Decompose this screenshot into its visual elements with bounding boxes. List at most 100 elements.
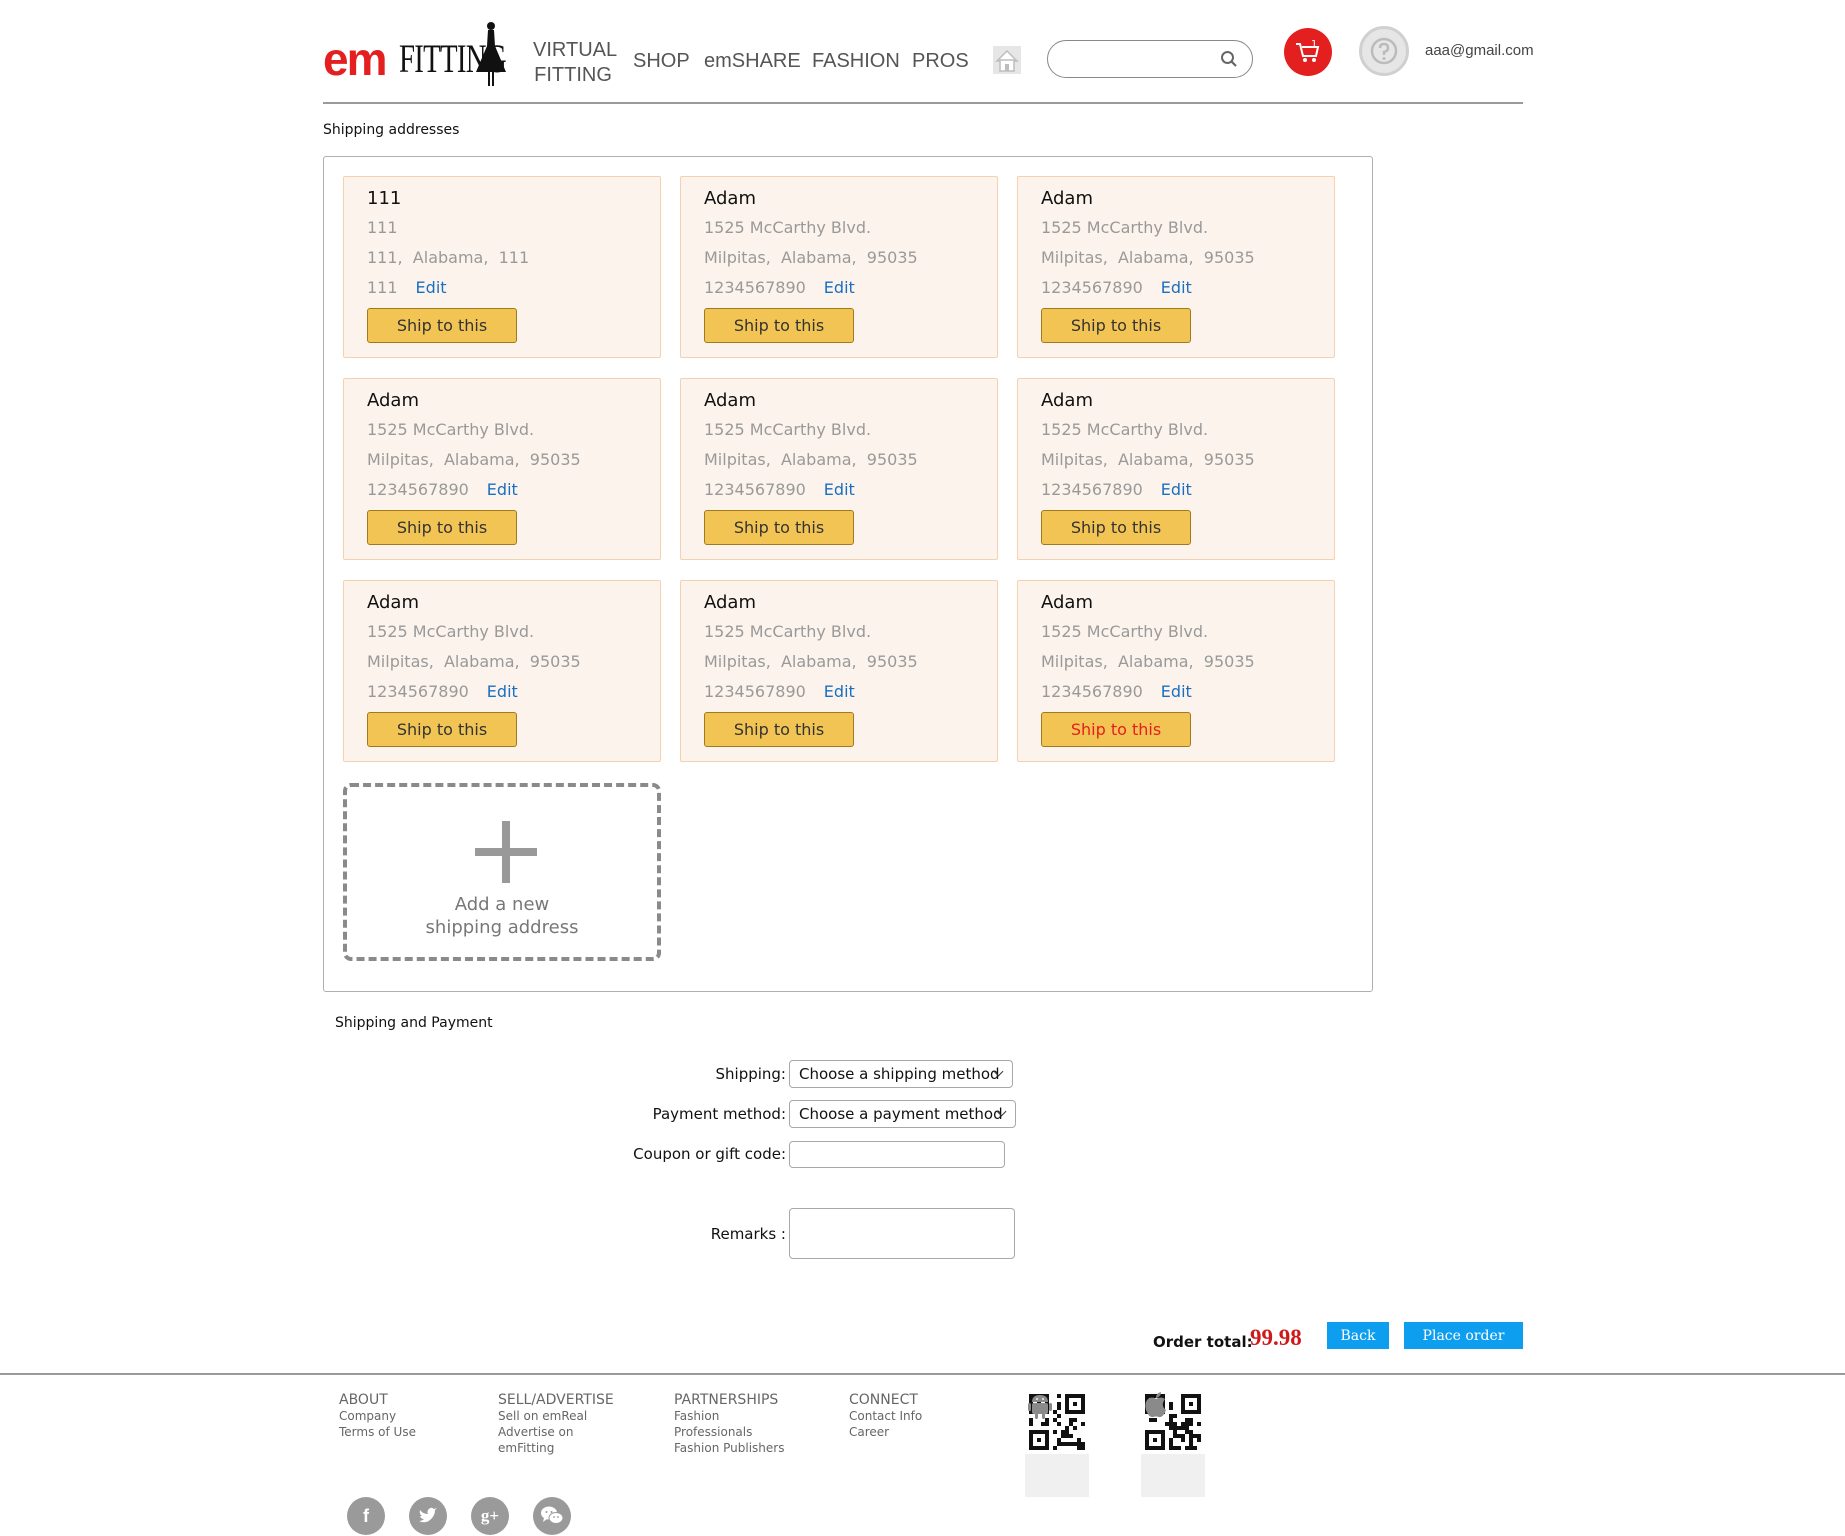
address-street: 1525 McCarthy Blvd. [704, 622, 872, 641]
coupon-input[interactable] [789, 1141, 1005, 1168]
address-phone-row: 1234567890 Edit [1041, 480, 1192, 499]
search-icon[interactable] [1220, 50, 1238, 68]
ship-to-this-button[interactable]: Ship to this [367, 510, 517, 545]
address-phone: 1234567890 [1041, 682, 1143, 701]
footer-link-sell[interactable]: Sell on emReal [498, 1408, 614, 1424]
footer-link-contact[interactable]: Contact Info [849, 1408, 922, 1424]
footer-link-career[interactable]: Career [849, 1424, 922, 1440]
wechat-icon[interactable] [533, 1497, 571, 1535]
add-address-label: Add a new shipping address [347, 893, 657, 939]
apple-qr-code[interactable] [1141, 1390, 1205, 1497]
address-card: Adam 1525 McCarthy Blvd. Milpitas, Alabama… [343, 580, 661, 762]
apple-icon [1145, 1392, 1166, 1418]
payment-method-label: Payment method: [652, 1105, 786, 1123]
wechat-bubbles-icon [541, 1506, 564, 1524]
place-order-button[interactable]: Place order [1404, 1322, 1523, 1349]
address-phone-row: 1234567890 Edit [367, 682, 518, 701]
shipping-payment-title: Shipping and Payment [335, 1015, 493, 1031]
address-street: 1525 McCarthy Blvd. [704, 420, 872, 439]
payment-method-value: Choose a payment method [799, 1105, 1003, 1123]
address-card: Adam 1525 McCarthy Blvd. Milpitas, Alabama… [1017, 580, 1335, 762]
cart-button[interactable]: 1 [1284, 28, 1332, 76]
footer-heading: SELL/ADVERTISE [498, 1392, 614, 1408]
footer-link-company[interactable]: Company [339, 1408, 416, 1424]
edit-address-link[interactable]: Edit [824, 480, 855, 499]
ship-to-this-button[interactable]: Ship to this [1041, 308, 1191, 343]
android-qr-code[interactable] [1025, 1390, 1089, 1497]
address-card: Adam 1525 McCarthy Blvd. Milpitas, Alabama… [343, 378, 661, 560]
nav-emshare[interactable]: emSHARE [704, 50, 801, 73]
address-phone: 1234567890 [367, 480, 469, 499]
address-phone: 111 [367, 278, 398, 297]
edit-address-link[interactable]: Edit [824, 682, 855, 701]
address-phone-row: 1234567890 Edit [704, 480, 855, 499]
android-icon [1028, 1395, 1052, 1419]
emfitting-logo[interactable]: em FITTING [323, 20, 508, 90]
shipping-method-value: Choose a shipping method [799, 1065, 1000, 1083]
address-name: Adam [367, 390, 419, 411]
nav-fashion[interactable]: FASHION [812, 50, 900, 73]
remarks-input[interactable] [789, 1208, 1015, 1259]
footer-link-publishers[interactable]: Fashion Publishers [674, 1440, 784, 1456]
ship-to-this-button[interactable]: Ship to this [367, 712, 517, 747]
footer-link-emfitting[interactable]: emFitting [498, 1440, 614, 1456]
address-name: Adam [704, 390, 756, 411]
address-street: 1525 McCarthy Blvd. [367, 420, 535, 439]
address-name: 111 [367, 188, 402, 209]
payment-method-select[interactable]: Choose a payment method [789, 1100, 1016, 1128]
dress-silhouette-icon [476, 22, 506, 86]
google-plus-icon[interactable]: g+ [471, 1497, 509, 1535]
nav-virtual-fitting[interactable]: VIRTUAL FITTING [533, 38, 617, 88]
edit-address-link[interactable]: Edit [487, 682, 518, 701]
footer-link-terms[interactable]: Terms of Use [339, 1424, 416, 1440]
search-input[interactable] [1062, 41, 1222, 75]
address-phone-row: 1234567890 Edit [1041, 682, 1192, 701]
ship-to-this-button[interactable]: Ship to this [1041, 510, 1191, 545]
address-city-line: Milpitas, Alabama, 95035 [704, 248, 918, 267]
footer-column-sell: SELL/ADVERTISE Sell on emReal Advertise … [498, 1392, 614, 1456]
address-card: Adam 1525 McCarthy Blvd. Milpitas, Alabama… [680, 176, 998, 358]
footer-divider [0, 1373, 1845, 1375]
address-phone: 1234567890 [704, 278, 806, 297]
address-city-line: Milpitas, Alabama, 95035 [367, 450, 581, 469]
footer-link-advertise[interactable]: Advertise on [498, 1424, 614, 1440]
facebook-icon[interactable]: f [347, 1497, 385, 1535]
footer-heading: CONNECT [849, 1392, 918, 1408]
twitter-icon[interactable] [409, 1497, 447, 1535]
edit-address-link[interactable]: Edit [824, 278, 855, 297]
address-street: 1525 McCarthy Blvd. [367, 622, 535, 641]
twitter-bird-icon [419, 1507, 437, 1523]
ship-to-this-button[interactable]: Ship to this [1041, 712, 1191, 747]
address-street: 1525 McCarthy Blvd. [1041, 218, 1209, 237]
cart-icon: 1 [1296, 39, 1320, 62]
address-name: Adam [367, 592, 419, 613]
ship-to-this-button[interactable]: Ship to this [704, 510, 854, 545]
ship-to-this-button[interactable]: Ship to this [704, 308, 854, 343]
footer-link-professionals[interactable]: Professionals [674, 1424, 784, 1440]
add-address-line-2: shipping address [425, 917, 579, 938]
edit-address-link[interactable]: Edit [416, 278, 447, 297]
nav-shop[interactable]: SHOP [633, 50, 690, 73]
shipping-method-select[interactable]: Choose a shipping method [789, 1060, 1013, 1088]
footer-heading: PARTNERSHIPS [674, 1392, 779, 1408]
edit-address-link[interactable]: Edit [1161, 278, 1192, 297]
back-button[interactable]: Back [1327, 1322, 1389, 1349]
address-city-line: Milpitas, Alabama, 95035 [1041, 450, 1255, 469]
address-phone-row: 1234567890 Edit [704, 682, 855, 701]
home-icon[interactable] [993, 46, 1021, 74]
address-name: Adam [1041, 390, 1093, 411]
edit-address-link[interactable]: Edit [1161, 682, 1192, 701]
order-total-label: Order total: [1153, 1333, 1253, 1351]
address-phone: 1234567890 [704, 682, 806, 701]
ship-to-this-button[interactable]: Ship to this [367, 308, 517, 343]
user-email[interactable]: aaa@gmail.com [1425, 42, 1534, 59]
page: em FITTING VIRTUAL FITTING SHOP emSHARE … [0, 0, 1845, 1536]
ship-to-this-button[interactable]: Ship to this [704, 712, 854, 747]
footer-link-fashion[interactable]: Fashion [674, 1408, 784, 1424]
avatar[interactable] [1359, 26, 1409, 76]
edit-address-link[interactable]: Edit [487, 480, 518, 499]
site-header: em FITTING VIRTUAL FITTING SHOP emSHARE … [323, 20, 1534, 104]
nav-pros[interactable]: PROS [912, 50, 969, 73]
add-address-button[interactable]: Add a new shipping address [343, 783, 661, 961]
edit-address-link[interactable]: Edit [1161, 480, 1192, 499]
